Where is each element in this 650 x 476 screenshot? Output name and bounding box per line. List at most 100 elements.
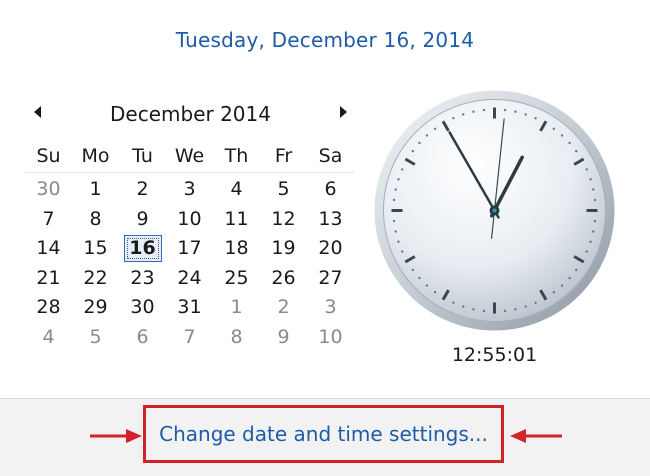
- calendar-day-number: 5: [277, 178, 290, 200]
- calendar-day[interactable]: 10: [166, 205, 213, 235]
- calendar-day[interactable]: 5: [72, 323, 119, 353]
- arrow-right-icon: [90, 429, 142, 443]
- calendar-day-number: 2: [136, 178, 149, 200]
- calendar-day-number: 8: [230, 325, 243, 348]
- calendar-day-number: 19: [271, 237, 296, 259]
- calendar-day-number: 3: [324, 296, 337, 318]
- calendar-day[interactable]: 14: [25, 234, 72, 264]
- calendar-day[interactable]: 4: [25, 323, 72, 353]
- calendar-day-number: 29: [83, 296, 108, 318]
- calendar-day[interactable]: 7: [166, 323, 213, 353]
- calendar-day[interactable]: 21: [25, 264, 72, 294]
- calendar-day[interactable]: 28: [25, 293, 72, 323]
- calendar-day[interactable]: 15: [72, 234, 119, 264]
- calendar-week-row: 28 29 30 31 1 2 3: [25, 293, 355, 323]
- day-of-week-label: We: [174, 145, 205, 167]
- calendar-day[interactable]: 20: [307, 234, 354, 264]
- long-date-link[interactable]: Tuesday, December 16, 2014: [0, 28, 650, 52]
- calendar-day[interactable]: 6: [119, 323, 166, 353]
- clock-minute-tick: [452, 301, 455, 304]
- clock-minute-tick: [482, 108, 486, 112]
- calendar-week-row: 21 22 23 24 25 26 27: [25, 264, 355, 294]
- day-of-week-label: Su: [36, 145, 61, 167]
- calendar-day-number: 26: [271, 266, 296, 289]
- calendar-day-number: 18: [224, 237, 249, 259]
- calendar-day[interactable]: 3: [307, 293, 354, 323]
- calendar-day[interactable]: 30: [119, 293, 166, 323]
- calendar-day-number: 1: [89, 178, 102, 200]
- day-of-week-header: Su Mo Tu We Th Fr Sa: [25, 142, 355, 173]
- calendar-day[interactable]: 12: [260, 205, 307, 235]
- calendar-day[interactable]: 2: [260, 293, 307, 323]
- calendar-day[interactable]: 3: [166, 175, 213, 205]
- clock-minute-tick: [589, 240, 592, 243]
- calendar-day[interactable]: 18: [213, 234, 260, 264]
- calendar-day[interactable]: 29: [72, 293, 119, 323]
- clock-minute-tick: [568, 276, 571, 280]
- clock-minute-tick: [394, 230, 397, 233]
- clock-minute-tick: [452, 117, 455, 120]
- calendar-day-number: 2: [277, 296, 290, 318]
- clock-minute-tick: [503, 108, 507, 112]
- calendar-day[interactable]: 24: [166, 264, 213, 294]
- clock-minute-tick: [575, 268, 578, 272]
- digital-time: 12:55:01: [451, 344, 538, 366]
- calendar-day[interactable]: 19: [260, 234, 307, 264]
- calendar-day-number: 9: [277, 325, 290, 348]
- calendar-day[interactable]: 17: [166, 234, 213, 264]
- clock-minute-tick: [503, 309, 507, 313]
- chevron-right-icon[interactable]: [333, 102, 353, 122]
- calendar-day-number: 4: [230, 178, 243, 200]
- calendar-day[interactable]: 9: [260, 323, 307, 353]
- calendar-day[interactable]: 11: [213, 205, 260, 235]
- clock-minute-tick: [593, 219, 597, 223]
- calendar-day[interactable]: 23: [119, 264, 166, 294]
- calendar-day[interactable]: 2: [119, 175, 166, 205]
- calendar-day-today[interactable]: 16: [119, 234, 166, 264]
- clock-minute-tick: [433, 127, 437, 130]
- calendar-day[interactable]: 25: [213, 264, 260, 294]
- calendar-day[interactable]: 5: [260, 175, 307, 205]
- calendar-day-number: 3: [183, 178, 196, 200]
- calendar-day-number: 30: [36, 178, 61, 200]
- clock-minute-tick: [593, 198, 597, 202]
- calendar-day[interactable]: 8: [72, 205, 119, 235]
- calendar-week-row: 14 15 16 17 18 19 20: [25, 234, 355, 264]
- calendar-day[interactable]: 1: [72, 175, 119, 205]
- calendar-day-number: 31: [177, 296, 202, 318]
- day-of-week-label: Th: [224, 145, 249, 167]
- clock-minute-tick: [552, 127, 556, 130]
- clock-minute-tick: [534, 117, 537, 120]
- calendar-day[interactable]: 27: [307, 264, 354, 294]
- calendar-day-number: 28: [36, 296, 61, 318]
- day-of-week-label: Fr: [274, 145, 293, 167]
- calendar-day-number: 22: [83, 266, 108, 289]
- calendar-day[interactable]: 6: [307, 175, 354, 205]
- calendar-day[interactable]: 9: [119, 205, 166, 235]
- change-date-time-settings-link[interactable]: Change date and time settings...: [146, 408, 501, 460]
- clock-minute-tick: [418, 141, 421, 145]
- calendar-day[interactable]: 31: [166, 293, 213, 323]
- calendar-day[interactable]: 8: [213, 323, 260, 353]
- calendar-day[interactable]: 1: [213, 293, 260, 323]
- calendar-day[interactable]: 26: [260, 264, 307, 294]
- calendar-day-number: 15: [83, 237, 108, 259]
- clock-minute-tick: [425, 284, 429, 287]
- month-title[interactable]: December 2014: [28, 100, 353, 128]
- calendar-day-number: 6: [136, 325, 149, 348]
- calendar-day[interactable]: 22: [72, 264, 119, 294]
- calendar-week-row: 30 1 2 3 4 5 6: [25, 175, 355, 205]
- day-of-week-label: Tu: [132, 145, 153, 167]
- calendar-day-number: 7: [42, 207, 55, 230]
- calendar-day-number: 8: [89, 207, 102, 230]
- calendar-day[interactable]: 4: [213, 175, 260, 205]
- calendar-day[interactable]: 10: [307, 323, 354, 353]
- calendar-header: December 2014: [28, 100, 353, 128]
- clock-minute-tick: [462, 305, 465, 308]
- clock-minute-tick: [592, 230, 595, 233]
- calendar-day[interactable]: 13: [307, 205, 354, 235]
- calendar-day[interactable]: 30: [25, 175, 72, 205]
- calendar-day-number: 13: [318, 207, 343, 230]
- calendar-day[interactable]: 7: [25, 205, 72, 235]
- clock-minute-tick: [514, 110, 517, 113]
